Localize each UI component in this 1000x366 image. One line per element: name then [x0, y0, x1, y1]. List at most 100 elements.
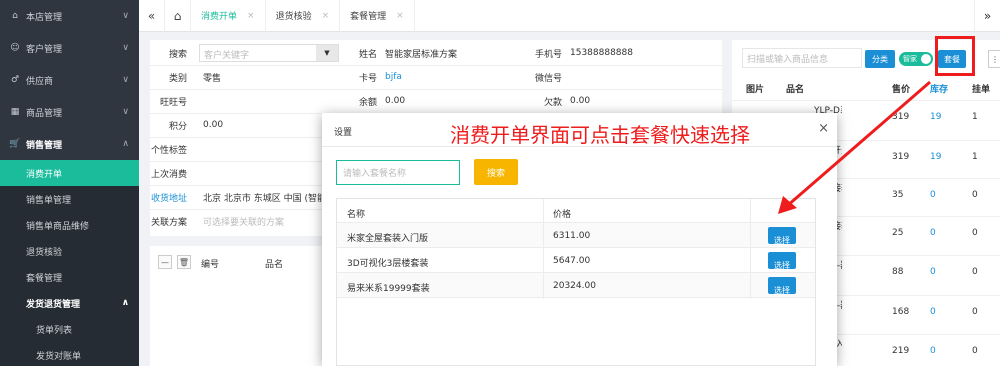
customer-search-select[interactable]: 客户关键字 ▼ — [199, 44, 339, 62]
chevron-up-icon: ∧ — [121, 298, 129, 308]
column-header-name: 品名 — [786, 85, 805, 95]
points-value: 0.00 — [203, 120, 224, 130]
double-chevron-left-icon[interactable]: « — [139, 0, 165, 32]
debt-value: 0.00 — [570, 96, 591, 106]
sidebar-subsub-statements[interactable]: 发货对账单 — [0, 342, 139, 366]
chevron-down-icon: ∨ — [122, 43, 129, 53]
button-label: 选择 — [774, 286, 790, 295]
product-hang: 0 — [972, 190, 978, 200]
product-price: 25 — [892, 228, 904, 238]
toggle-knob — [921, 54, 931, 64]
sidebar-subsub-waybills[interactable]: 货单列表 — [0, 316, 139, 342]
close-icon[interactable]: × — [396, 11, 404, 21]
sidebar-item-products[interactable]: ▦ 商品管理 ∨ — [0, 96, 139, 128]
sidebar-sub-shipping[interactable]: 发货退货管理 ∧ — [0, 290, 139, 316]
sidebar-sub-label: 消费开单 — [26, 169, 63, 180]
phone-label: 手机号 — [534, 49, 562, 60]
sidebar-item-label: 客户管理 — [26, 44, 63, 55]
table-row: 米家全屋套装入门版 6311.00 选择 — [337, 223, 815, 248]
address-label[interactable]: 收货地址 — [150, 191, 195, 204]
column-header-id: 编号 — [201, 260, 220, 270]
double-chevron-right-icon[interactable]: » — [974, 0, 1000, 32]
home-tab-icon[interactable]: ⌂ — [165, 0, 191, 32]
sidebar-sub-label: 退货核验 — [26, 247, 63, 258]
column-divider — [543, 199, 544, 299]
product-price: 319 — [892, 112, 910, 122]
column-header-price: 价格 — [553, 210, 572, 220]
package-modal: 设置 × 请输入套餐名称 搜索 名称 价格 米家全屋套装入门版 6311.00 选择 … — [322, 113, 837, 366]
balance-label: 余额 — [358, 97, 377, 108]
package-name-input[interactable]: 请输入套餐名称 — [336, 160, 460, 185]
choose-button[interactable]: 选择 — [768, 252, 796, 270]
tab-bar: « ⌂ 消费开单 × 退货核验 × 套餐管理 × » — [139, 0, 1000, 32]
close-icon[interactable]: × — [818, 121, 829, 136]
sidebar-item-sales[interactable]: 🛒 销售管理 ∧ — [0, 128, 139, 160]
caret-down-icon[interactable]: ▼ — [316, 45, 338, 61]
plan-select[interactable]: 可选择要关联的方案 — [203, 215, 284, 228]
more-icon[interactable]: ⋮ — [988, 50, 1000, 68]
product-price: 35 — [892, 190, 904, 200]
sidebar-item-label: 本店管理 — [26, 12, 63, 23]
search-placeholder: 客户关键字 — [204, 51, 250, 61]
plan-label: 关联方案 — [150, 217, 187, 228]
delete-icon[interactable]: 🗑 — [177, 255, 191, 269]
sidebar-item-customers[interactable]: ☺ 客户管理 ∨ — [0, 32, 139, 64]
sidebar-sub-label: 发货对账单 — [36, 351, 82, 362]
sidebar-item-suppliers[interactable]: ♂ 供应商 ∨ — [0, 64, 139, 96]
button-label: 选择 — [774, 261, 790, 270]
toggle-label: 智家 — [903, 55, 917, 63]
column-header-image: 图片 — [746, 85, 765, 95]
button-label: 搜索 — [486, 168, 505, 179]
sidebar-sub-orders[interactable]: 销售单管理 — [0, 186, 139, 212]
product-price: 219 — [892, 346, 910, 356]
sidebar-item-label: 商品管理 — [26, 108, 63, 119]
smart-home-toggle[interactable]: 智家 — [899, 52, 933, 66]
debt-row: 欠款 0.00 — [525, 89, 590, 113]
grid-icon: ▦ — [10, 107, 20, 117]
close-icon[interactable]: × — [247, 11, 255, 21]
product-stock: 0 — [930, 228, 936, 238]
sidebar-sub-packages[interactable]: 套餐管理 — [0, 264, 139, 290]
chevron-up-icon: ∧ — [122, 139, 129, 149]
address-value: 北京 北京市 东城区 中国 (智能 — [203, 193, 323, 204]
last-label: 上次消费 — [150, 169, 187, 180]
sidebar-sub-checkout[interactable]: 消费开单 — [0, 160, 139, 186]
name-row: 姓名 智能家居标准方案 — [340, 41, 457, 65]
product-price: 88 — [892, 267, 904, 277]
package-price: 6311.00 — [553, 231, 591, 241]
card-value[interactable]: bjfa — [385, 72, 402, 82]
tab-packages[interactable]: 套餐管理 × — [340, 0, 415, 32]
tab-checkout[interactable]: 消费开单 × — [191, 0, 266, 32]
product-search-input[interactable]: 扫描或输入商品信息 — [742, 48, 862, 68]
product-stock: 0 — [930, 190, 936, 200]
sidebar: ⌂ 本店管理 ∨ ☺ 客户管理 ∨ ♂ 供应商 ∨ ▦ 商品管理 ∨ 🛒 销售管… — [0, 0, 139, 366]
tag-row: 个性标签 — [150, 137, 195, 161]
product-stock: 0 — [930, 346, 936, 356]
collapse-icon[interactable]: — — [158, 255, 172, 269]
table-row: 易来米系19999套装 20324.00 选择 — [337, 273, 815, 298]
product-stock: 19 — [930, 112, 942, 122]
sidebar-sub-repair[interactable]: 销售单商品维修 — [0, 212, 139, 238]
choose-button[interactable]: 选择 — [768, 277, 796, 295]
product-hang: 1 — [972, 112, 978, 122]
modal-search-button[interactable]: 搜索 — [474, 159, 518, 185]
table-header: 名称 价格 — [337, 199, 815, 223]
close-icon[interactable]: × — [322, 11, 330, 21]
category-button[interactable]: 分类 — [865, 50, 895, 68]
package-price: 20324.00 — [553, 281, 596, 291]
choose-button[interactable]: 选择 — [768, 227, 796, 245]
sidebar-item-store[interactable]: ⌂ 本店管理 ∨ — [0, 0, 139, 32]
product-price: 168 — [892, 307, 910, 317]
search-placeholder: 扫描或输入商品信息 — [747, 54, 829, 65]
tab-returns[interactable]: 退货核验 × — [266, 0, 341, 32]
product-hang: 0 — [972, 307, 978, 317]
chevron-down-icon: ∨ — [122, 11, 129, 21]
sidebar-sub-label: 销售单商品维修 — [26, 221, 90, 232]
tab-label: 退货核验 — [275, 12, 312, 22]
highlight-box — [935, 36, 975, 76]
wangwang-label: 旺旺号 — [159, 97, 187, 108]
home-icon: ⌂ — [12, 11, 18, 21]
sidebar-sub-label: 销售单管理 — [26, 195, 72, 206]
sidebar-sub-returns[interactable]: 退货核验 — [0, 238, 139, 264]
sidebar-sub-label: 货单列表 — [36, 325, 73, 336]
